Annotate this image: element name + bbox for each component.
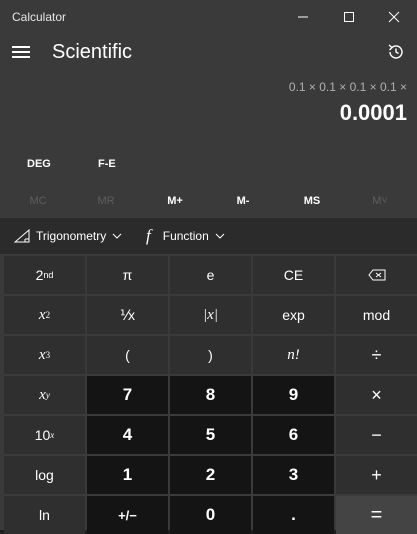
hamburger-line [12,56,30,58]
mode-title: Scientific [52,41,133,63]
close-paren-key[interactable]: ) [170,336,251,374]
divide-key[interactable]: ÷ [336,336,417,374]
memory-subtract-button[interactable]: M- [209,188,277,214]
factorial-key[interactable]: n! [253,336,334,374]
window-title: Calculator [12,10,67,24]
backspace-key[interactable] [336,256,417,294]
trigonometry-dropdown[interactable]: Trigonometry [14,218,122,254]
digit-8-key[interactable]: 8 [170,376,251,414]
close-button[interactable] [371,0,417,34]
negate-key[interactable]: +/− [87,496,168,534]
ln-key[interactable]: ln [4,496,85,534]
cube-key-base: x [38,346,46,363]
trigonometry-label: Trigonometry [36,229,107,243]
second-key-sup: nd [43,270,54,280]
ten-power-key-base: 10 [34,427,51,443]
digit-9-key[interactable]: 9 [253,376,334,414]
multiply-key[interactable]: × [336,376,417,414]
digit-3-key[interactable]: 3 [253,456,334,494]
square-key-sup: 2 [45,310,51,320]
memory-row: MC MR M+ M- MS M˅ [0,188,417,214]
digit-1-key[interactable]: 1 [87,456,168,494]
minimize-button[interactable] [280,0,326,34]
cube-key-sup: 3 [45,350,51,360]
reciprocal-key[interactable]: ⅟x [87,296,168,334]
triangle-icon [14,229,30,243]
euler-key[interactable]: e [170,256,251,294]
memory-add-button[interactable]: M+ [141,188,209,214]
equals-key[interactable]: = [336,496,417,534]
power-key-base: x [39,386,46,403]
mod-key[interactable]: mod [336,296,417,334]
function-dropdown[interactable]: f Function [146,218,225,254]
ten-power-key-sup: x [50,430,55,440]
memory-list-button[interactable]: M˅ [346,188,414,214]
memory-clear-button[interactable]: MC [4,188,72,214]
chevron-down-icon [112,233,122,239]
history-icon [388,44,403,59]
decimal-key[interactable]: . [253,496,334,534]
add-key[interactable]: + [336,456,417,494]
chevron-down-icon [215,233,225,239]
memory-recall-button[interactable]: MR [72,188,140,214]
second-key-base: 2 [35,267,44,283]
history-button[interactable] [386,42,410,66]
keypad: 2nd π e CE x2 ⅟x |x| exp mod x3 ( ) n! ÷ [4,256,417,534]
calculator-app: Calculator Scientific 0.1 × 0.1 × 0.1 × … [0,0,417,534]
expression-display: 0.1 × 0.1 × 0.1 × 0.1 × [288,80,407,94]
maximize-button[interactable] [326,0,372,34]
clear-entry-key[interactable]: CE [253,256,334,294]
open-paren-key[interactable]: ( [87,336,168,374]
function-toolbar: Trigonometry f Function [0,218,417,254]
hamburger-menu-icon [12,46,30,48]
digit-6-key[interactable]: 6 [253,416,334,454]
cube-key[interactable]: x3 [4,336,85,374]
result-display: 0.0001 [339,100,407,125]
absolute-value-key[interactable]: |x| [170,296,251,334]
memory-store-button[interactable]: MS [278,188,346,214]
subtract-key[interactable]: − [336,416,417,454]
title-bar: Calculator [0,0,417,34]
power-key-sup: y [45,390,50,400]
digit-5-key[interactable]: 5 [170,416,251,454]
square-key[interactable]: x2 [4,296,85,334]
angle-mode-button[interactable]: DEG [27,150,51,178]
fe-button[interactable]: F-E [98,150,116,178]
backspace-icon [367,269,385,281]
function-label: Function [162,229,209,243]
pi-key[interactable]: π [87,256,168,294]
minimize-icon [298,16,308,18]
log-key[interactable]: log [4,456,85,494]
power-key[interactable]: xy [4,376,85,414]
second-function-key[interactable]: 2nd [4,256,85,294]
digit-4-key[interactable]: 4 [87,416,168,454]
maximize-icon [344,12,354,22]
ten-power-key[interactable]: 10 x [4,416,85,454]
digit-7-key[interactable]: 7 [87,376,168,414]
close-icon [388,11,400,23]
digit-2-key[interactable]: 2 [170,456,251,494]
digit-0-key[interactable]: 0 [170,496,251,534]
hamburger-line [12,51,30,53]
menu-button[interactable] [12,46,32,62]
function-f-icon: f [146,226,151,245]
exp-key[interactable]: exp [253,296,334,334]
square-key-base: x [38,306,46,323]
